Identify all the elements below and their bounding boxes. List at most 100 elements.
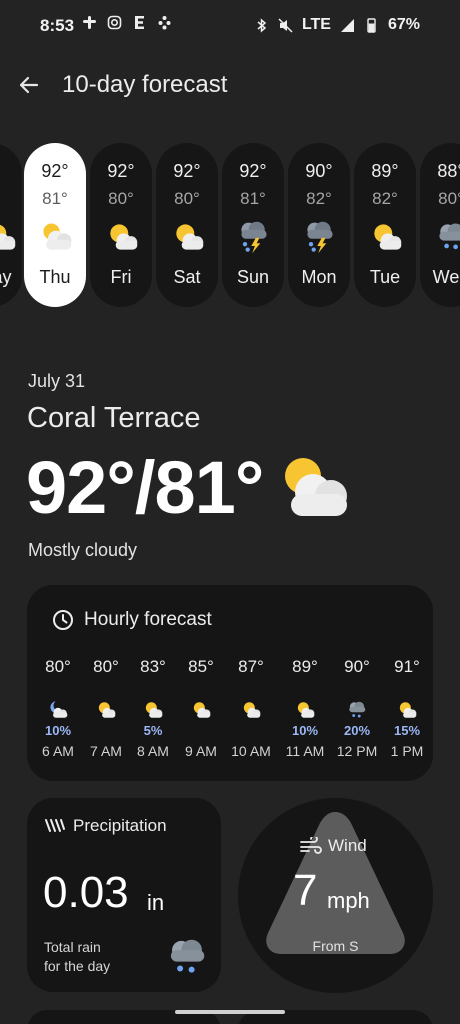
thunderstorm-icon xyxy=(302,219,338,255)
day-high: 92° xyxy=(107,161,135,181)
precipitation-description: Total rain for the day xyxy=(44,938,144,976)
hour-temp: 90° xyxy=(344,657,370,676)
rain-icon xyxy=(434,219,460,255)
hour-temp: 91° xyxy=(394,657,420,676)
hour-temp: 85° xyxy=(188,657,214,676)
day-name: Mon xyxy=(301,267,337,287)
hour-temp: 80° xyxy=(45,657,71,676)
day-card-thu[interactable]: 92° 81° Thu xyxy=(24,143,86,307)
day-name: Wed xyxy=(432,267,460,287)
wind-direction: From S xyxy=(312,938,359,954)
e-app-icon xyxy=(135,16,144,29)
high-low-temperature: 92°/81° xyxy=(26,446,264,529)
home-indicator[interactable] xyxy=(175,1010,285,1014)
partly-cloudy-icon xyxy=(142,699,164,721)
day-high: 88° xyxy=(437,161,460,181)
signal-icon xyxy=(340,18,354,32)
partly-cloudy-icon xyxy=(368,219,404,255)
hour-item: 80° 10% 6 AM xyxy=(32,657,84,767)
back-arrow-icon[interactable] xyxy=(14,70,44,100)
day-low: 81° xyxy=(42,189,68,208)
status-time: 8:53 xyxy=(40,16,75,35)
battery-icon xyxy=(367,17,376,33)
day-card-wed[interactable]: 88° 80° Wed xyxy=(420,143,460,307)
precipitation-title: Precipitation xyxy=(73,816,167,835)
partly-cloudy-icon xyxy=(294,699,316,721)
day-name: ay xyxy=(0,267,12,287)
condition-text: Mostly cloudy xyxy=(28,540,138,560)
precipitation-unit: in xyxy=(147,890,165,915)
precipitation-desc-line1: Total rain xyxy=(44,939,101,955)
mute-icon xyxy=(278,17,293,33)
partly-cloudy-icon xyxy=(190,699,212,721)
partly-cloudy-icon xyxy=(0,219,18,255)
day-card-sun[interactable]: 92° 81° Sun xyxy=(222,143,284,307)
partly-cloudy-icon xyxy=(170,219,206,255)
rain-icon xyxy=(164,934,210,980)
day-low: 80° xyxy=(108,189,134,208)
day-name: Thu xyxy=(39,267,71,287)
status-bar: 8:53 LTE 67% xyxy=(0,0,460,52)
wind-speed: 7 xyxy=(293,866,318,915)
hour-time: 1 PM xyxy=(390,743,424,759)
hour-temp: 89° xyxy=(292,657,318,676)
hour-precip: 5% xyxy=(143,723,163,738)
slack-icon xyxy=(83,16,96,29)
thunderstorm-icon xyxy=(236,219,272,255)
hour-temp: 80° xyxy=(93,657,119,676)
day-card-tue[interactable]: 89° 82° Tue xyxy=(354,143,416,307)
day-name: Sat xyxy=(173,267,201,287)
hour-temp: 87° xyxy=(238,657,264,676)
hour-item: 91° 15% 1 PM xyxy=(381,657,433,767)
day-card-previous[interactable]: ay xyxy=(0,143,22,307)
day-strip[interactable]: ay 92° 81° Thu 92° 80° Fri 92° 80° Sat 9… xyxy=(0,143,460,307)
mostly-cloudy-icon xyxy=(270,448,356,528)
partly-cloudy-icon xyxy=(396,699,418,721)
hour-time: 11 AM xyxy=(285,743,325,759)
day-low: 82° xyxy=(372,189,398,208)
hour-time: 7 AM xyxy=(90,743,122,759)
hour-item: 80° 7 AM xyxy=(80,657,132,767)
day-low: 82° xyxy=(306,189,332,208)
precipitation-value: 0.03 xyxy=(43,868,129,917)
day-low: 80° xyxy=(438,189,460,208)
day-low: 81° xyxy=(240,189,266,208)
day-high: 92° xyxy=(239,161,267,181)
precipitation-card[interactable]: Precipitation 0.03 in Total rain for the… xyxy=(27,798,221,992)
app-bar: 10-day forecast xyxy=(0,62,460,108)
wind-title: Wind xyxy=(328,836,367,855)
day-high: 92° xyxy=(41,161,69,181)
hour-item: 89° 10% 11 AM xyxy=(279,657,331,767)
rain-icon xyxy=(346,699,368,721)
hourly-list: 80° 10% 6 AM 80° 7 AM 83° 5% 8 AM 85° 9 … xyxy=(27,585,433,781)
day-card-fri[interactable]: 92° 80° Fri xyxy=(90,143,152,307)
day-high: 90° xyxy=(305,161,333,181)
forecast-date: July 31 xyxy=(28,371,86,391)
day-card-sat[interactable]: 92° 80° Sat xyxy=(156,143,218,307)
location-name: Coral Terrace xyxy=(27,402,201,434)
hour-time: 10 AM xyxy=(231,743,271,759)
day-low: 80° xyxy=(174,189,200,208)
hour-time: 6 AM xyxy=(42,743,74,759)
night-cloudy-icon xyxy=(47,699,69,721)
hour-item: 83° 5% 8 AM xyxy=(127,657,179,767)
wind-card[interactable]: Wind 7 mph From S xyxy=(238,798,433,993)
precipitation-desc-line2: for the day xyxy=(44,958,111,974)
instagram-icon xyxy=(107,15,122,30)
partly-cloudy-icon xyxy=(240,699,262,721)
rain-lines-icon xyxy=(45,819,65,832)
hour-precip: 10% xyxy=(291,723,319,738)
day-high: 89° xyxy=(371,161,399,181)
network-type: LTE xyxy=(301,16,331,33)
hour-item: 90° 20% 12 PM xyxy=(331,657,383,767)
hour-temp: 83° xyxy=(140,657,166,676)
hour-item: 87° 10 AM xyxy=(225,657,277,767)
hourly-forecast-card[interactable]: Hourly forecast 80° 10% 6 AM 80° 7 AM 83… xyxy=(27,585,433,781)
bluetooth-icon xyxy=(257,17,267,33)
day-card-mon[interactable]: 90° 82° Mon xyxy=(288,143,350,307)
hour-item: 85° 9 AM xyxy=(175,657,227,767)
hour-time: 8 AM xyxy=(137,743,169,759)
yelp-icon xyxy=(158,16,171,30)
day-high: 92° xyxy=(173,161,201,181)
wind-unit: mph xyxy=(327,888,370,913)
